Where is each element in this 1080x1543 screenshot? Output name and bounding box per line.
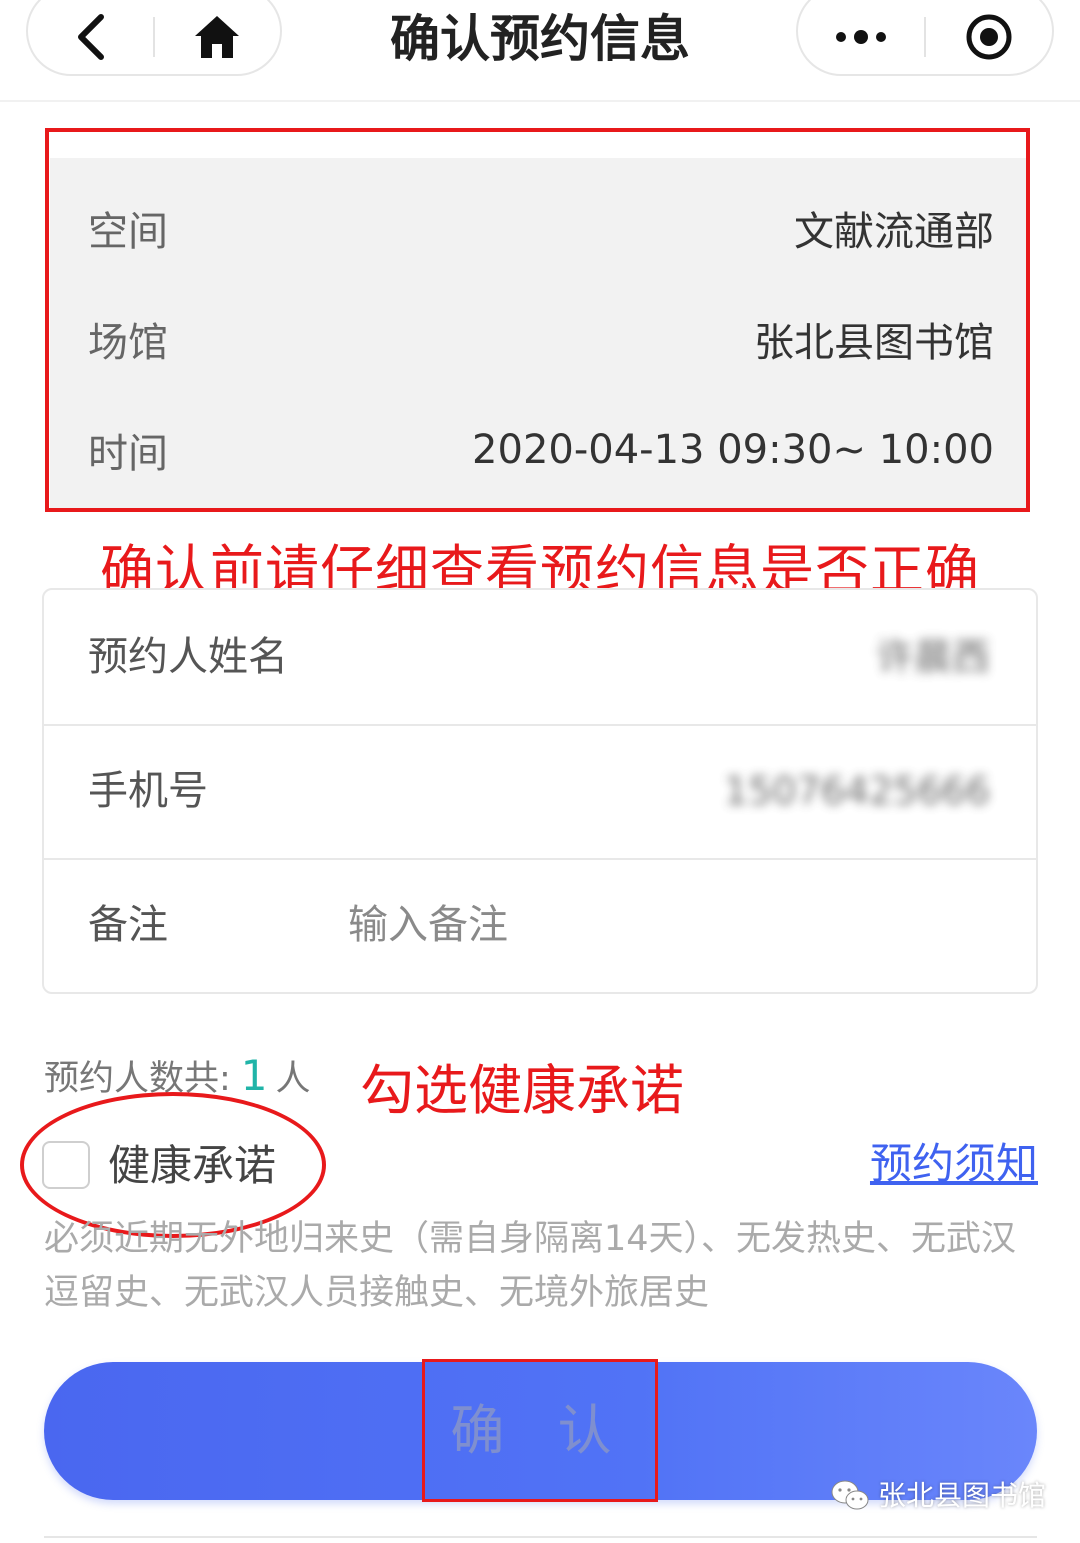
watermark-text: 张北县图书馆 <box>877 1479 1046 1512</box>
form-row-name[interactable]: 预约人姓名 许晨西 <box>44 590 1036 726</box>
count-number: 1 <box>240 1051 268 1100</box>
nav-capsule-left <box>26 0 282 76</box>
back-arrow-icon <box>77 14 104 60</box>
nav-capsule-right <box>796 0 1054 76</box>
record-target-icon <box>966 14 1012 60</box>
booker-form-card: 预约人姓名 许晨西 手机号 15076425666 备注 <box>42 588 1038 994</box>
remark-label: 备注 <box>88 902 168 948</box>
wechat-icon <box>831 1480 869 1510</box>
remark-input[interactable] <box>348 858 948 992</box>
form-row-remark: 备注 <box>44 858 1036 992</box>
name-label: 预约人姓名 <box>88 634 288 680</box>
count-unit: 人 <box>275 1059 311 1099</box>
more-dots-icon <box>836 30 886 44</box>
close-miniprogram-button[interactable] <box>926 7 1052 67</box>
home-icon <box>195 16 240 58</box>
phone-label: 手机号 <box>88 768 208 814</box>
watermark: 张北县图书馆 <box>830 1476 1046 1516</box>
name-value: 许晨西 <box>875 635 990 679</box>
annotation-tick-health: 勾选健康承诺 <box>360 1059 684 1122</box>
bottom-divider <box>44 1536 1037 1538</box>
annotation-confirm-box <box>422 1359 658 1502</box>
home-button[interactable] <box>155 7 280 67</box>
back-button[interactable] <box>28 7 153 67</box>
phone-value: 15076425666 <box>724 769 990 813</box>
health-pledge-description: 必须近期无外地归来史（需自身隔离14天）、无发热史、无武汉逗留史、无武汉人员接触… <box>44 1219 1017 1313</box>
more-button[interactable] <box>798 7 924 67</box>
annotation-highlight-box <box>45 128 1030 512</box>
nav-divider <box>0 100 1080 102</box>
form-row-phone[interactable]: 手机号 15076425666 <box>44 724 1036 860</box>
page-title: 确认预约信息 <box>390 10 690 68</box>
booking-notice-link[interactable]: 预约须知 <box>870 1134 1038 1194</box>
